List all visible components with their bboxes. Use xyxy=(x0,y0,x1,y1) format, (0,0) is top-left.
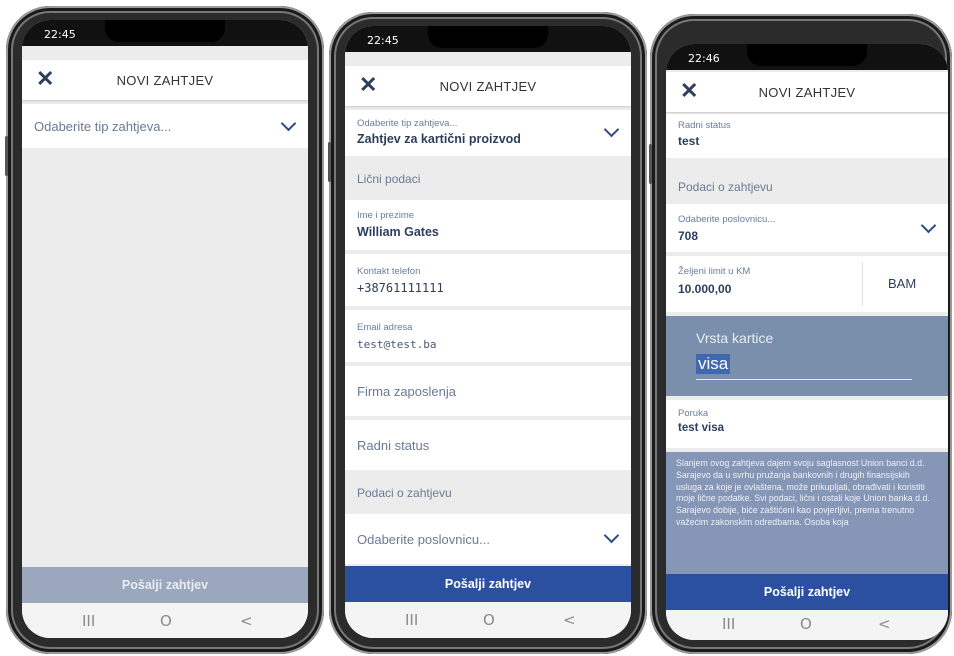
limit-label: Željeni limit u KM xyxy=(678,266,751,277)
android-nav-bar: III O < xyxy=(22,603,308,638)
card-type-label: Vrsta kartice xyxy=(696,330,774,346)
phone-frame-2: 22:45 ✕ NOVI ZAHTJEV Odaberite tip zahtj… xyxy=(328,12,647,654)
notch xyxy=(105,20,225,42)
name-value: William Gates xyxy=(357,225,439,239)
submit-button[interactable]: Pošalji zahtjev xyxy=(345,566,631,602)
home-icon[interactable]: O xyxy=(160,612,172,630)
back-icon[interactable]: < xyxy=(878,615,891,633)
android-nav-bar: III O < xyxy=(666,610,948,640)
currency-label: BAM xyxy=(888,276,917,291)
request-type-label: Odaberite tip zahtjeva... xyxy=(357,118,458,129)
status-bar: 22:46 xyxy=(666,44,948,70)
notch xyxy=(747,44,867,66)
limit-value: 10.000,00 xyxy=(678,282,732,296)
back-icon[interactable]: < xyxy=(563,611,576,629)
screen-1: 22:45 ✕ NOVI ZAHTJEV Odaberite tip zahtj… xyxy=(22,20,308,638)
submit-button[interactable]: Pošalji zahtjev xyxy=(22,567,308,603)
message-field[interactable]: Poruka test visa xyxy=(666,400,948,448)
name-label: Ime i prezime xyxy=(357,210,415,221)
request-type-select[interactable]: Odaberite tip zahtjeva... Zahtjev za kar… xyxy=(345,110,631,156)
consent-paragraph: Slanjem ovog zahtjeva dajem svoju saglas… xyxy=(676,458,930,527)
section-request-data: Podaci o zahtjevu xyxy=(666,160,948,202)
branch-select[interactable]: Odaberite poslovnicu... 708 xyxy=(666,204,948,252)
screen-2: 22:45 ✕ NOVI ZAHTJEV Odaberite tip zahtj… xyxy=(345,26,631,638)
request-type-placeholder: Odaberite tip zahtjeva... xyxy=(34,119,172,134)
section-request-data: Podaci o zahtjevu xyxy=(345,472,631,512)
recent-apps-icon[interactable]: III xyxy=(722,615,735,633)
name-field[interactable]: Ime i prezime William Gates xyxy=(345,200,631,250)
limit-field[interactable]: Željeni limit u KM 10.000,00 BAM xyxy=(666,256,948,312)
page-title: NOVI ZAHTJEV xyxy=(116,73,214,88)
request-type-value: Zahtjev za kartični proizvod xyxy=(357,132,521,146)
employer-placeholder: Firma zaposlenja xyxy=(357,384,456,399)
card-type-value: visa xyxy=(696,354,731,374)
home-icon[interactable]: O xyxy=(483,611,495,629)
header: ✕ NOVI ZAHTJEV xyxy=(666,72,948,112)
message-label: Poruka xyxy=(678,408,709,419)
message-value: test visa xyxy=(678,422,725,434)
status-bar: 22:45 xyxy=(22,20,308,46)
consent-text: Slanjem ovog zahtjeva dajem svoju saglas… xyxy=(666,452,948,576)
screen-3: 22:46 ✕ NOVI ZAHTJEV Radni status test P… xyxy=(666,44,948,640)
branch-placeholder: Odaberite poslovnicu... xyxy=(357,532,490,547)
status-time: 22:45 xyxy=(367,34,399,47)
section-title: Lični podaci xyxy=(357,172,421,186)
work-status-label: Radni status xyxy=(678,120,731,131)
page-title: NOVI ZAHTJEV xyxy=(439,79,537,94)
phone-label: Kontakt telefon xyxy=(357,266,421,277)
phone-frame-1: 22:45 ✕ NOVI ZAHTJEV Odaberite tip zahtj… xyxy=(5,6,324,654)
recent-apps-icon[interactable]: III xyxy=(405,611,418,629)
home-icon[interactable]: O xyxy=(800,615,812,633)
work-status-placeholder: Radni status xyxy=(357,438,430,453)
chevron-down-icon xyxy=(603,527,620,544)
chevron-down-icon xyxy=(920,217,937,234)
email-value: test@test.ba xyxy=(357,338,437,351)
android-nav-bar: III O < xyxy=(345,602,631,638)
notch xyxy=(428,26,548,48)
branch-label: Odaberite poslovnicu... xyxy=(678,214,776,225)
chevron-down-icon xyxy=(280,115,297,132)
branch-value: 708 xyxy=(678,229,699,243)
phone-frame-3: 22:46 ✕ NOVI ZAHTJEV Radni status test P… xyxy=(649,14,952,654)
request-type-select[interactable]: Odaberite tip zahtjeva... xyxy=(22,104,308,148)
branch-select[interactable]: Odaberite poslovnicu... xyxy=(345,514,631,564)
work-status-field[interactable]: Radni status xyxy=(345,420,631,470)
header: ✕ NOVI ZAHTJEV xyxy=(22,60,308,100)
page-title: NOVI ZAHTJEV xyxy=(758,85,856,100)
divider xyxy=(862,262,863,306)
email-label: Email adresa xyxy=(357,322,413,333)
section-title: Podaci o zahtjevu xyxy=(678,180,773,194)
status-time: 22:45 xyxy=(44,28,76,41)
recent-apps-icon[interactable]: III xyxy=(82,612,95,630)
section-title: Podaci o zahtjevu xyxy=(357,486,452,500)
section-personal-data: Lični podaci xyxy=(345,158,631,198)
status-time: 22:46 xyxy=(688,52,720,65)
work-status-field[interactable]: Radni status test xyxy=(666,114,948,158)
status-bar: 22:45 xyxy=(345,26,631,52)
submit-button[interactable]: Pošalji zahtjev xyxy=(666,574,948,610)
card-type-input[interactable]: Vrsta kartice visa xyxy=(666,316,948,396)
phone-value: +38761111111 xyxy=(357,281,444,295)
employer-field[interactable]: Firma zaposlenja xyxy=(345,366,631,416)
input-underline xyxy=(696,379,912,380)
email-field[interactable]: Email adresa test@test.ba xyxy=(345,310,631,362)
header: ✕ NOVI ZAHTJEV xyxy=(345,66,631,106)
phone-field[interactable]: Kontakt telefon +38761111111 xyxy=(345,254,631,306)
back-icon[interactable]: < xyxy=(240,612,253,630)
work-status-value: test xyxy=(678,134,700,148)
chevron-down-icon xyxy=(603,121,620,138)
